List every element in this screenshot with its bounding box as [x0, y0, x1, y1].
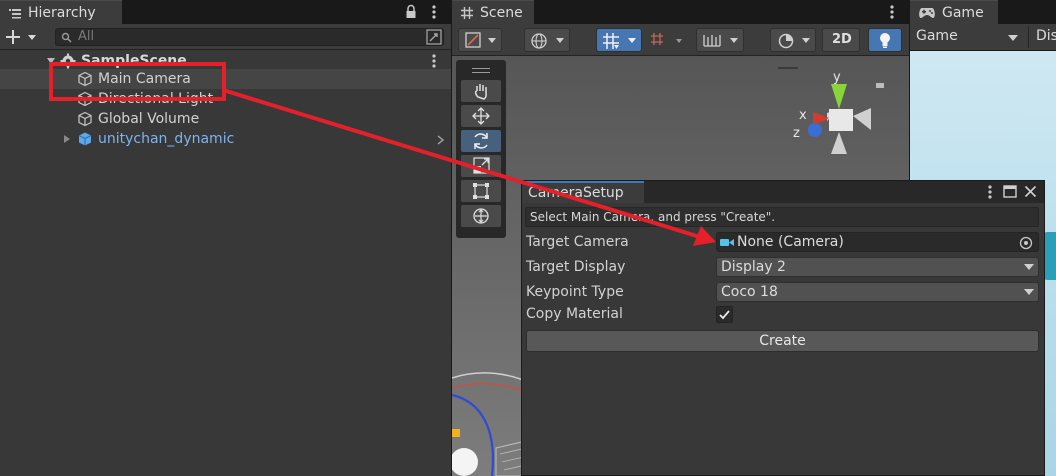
highlight-box	[49, 62, 226, 101]
annotation-arrow-line	[222, 88, 701, 239]
annotation-overlay	[49, 62, 716, 246]
